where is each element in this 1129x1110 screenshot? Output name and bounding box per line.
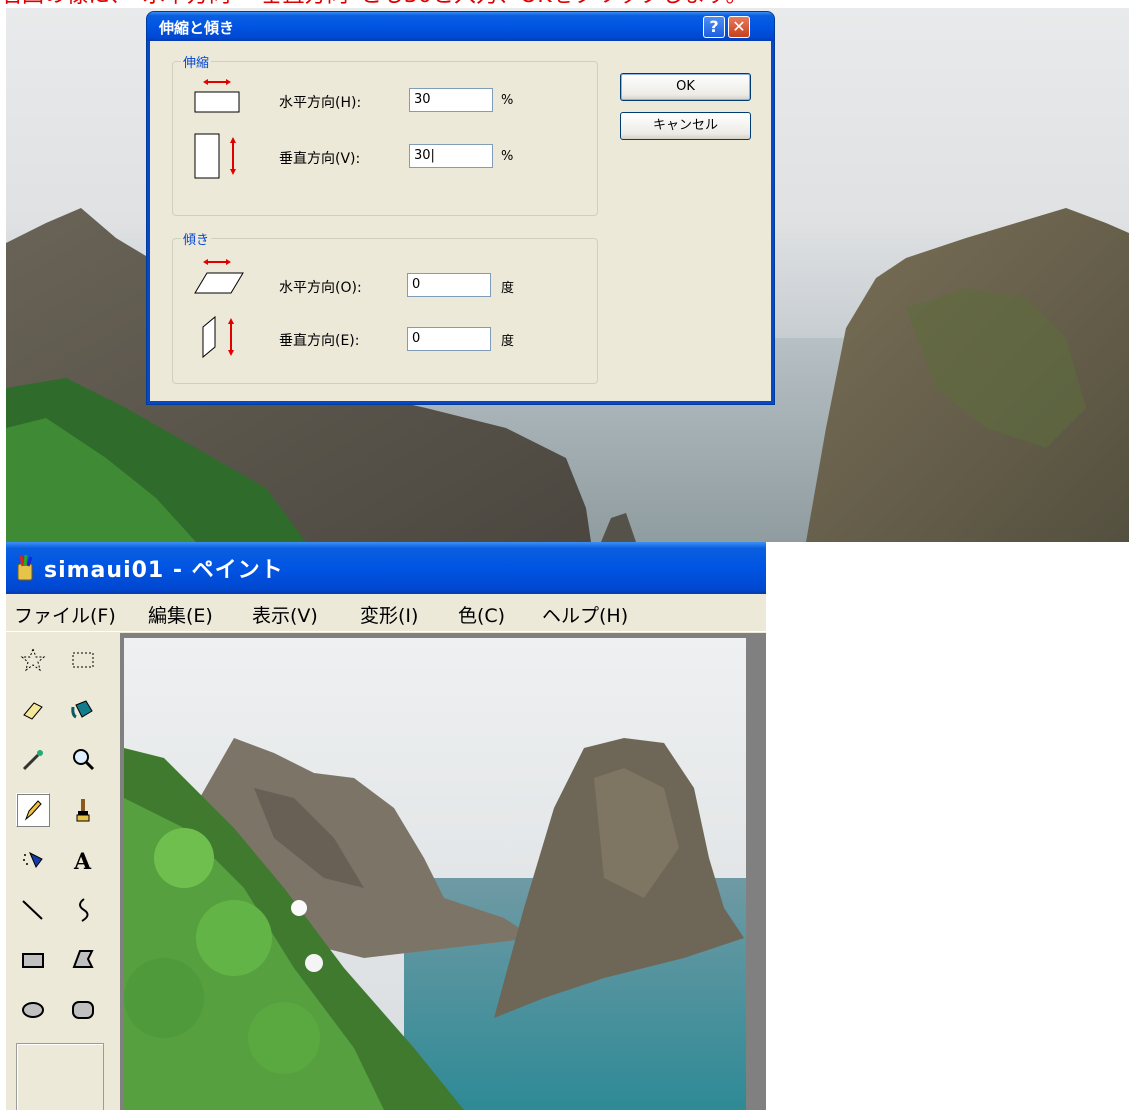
stretch-h-label: 水平方向(H): (279, 95, 362, 111)
curve-tool[interactable] (66, 893, 100, 927)
help-button[interactable]: ? (703, 16, 725, 38)
paint-app-icon (17, 554, 33, 581)
ellipse-icon (22, 1002, 44, 1018)
ellipse-tool[interactable] (16, 993, 50, 1027)
stretch-group: 伸縮 水平方向(H): 30 % 垂直方向(V): 30| % (172, 52, 598, 216)
rect-select-tool[interactable] (66, 643, 100, 677)
paint-titlebar[interactable]: simaui01 - ペイント (6, 542, 766, 594)
color-picker-icon (22, 750, 43, 771)
stretch-horizontal-icon (194, 79, 240, 113)
dialog-titlebar[interactable]: 伸縮と傾き ? ✕ (147, 12, 774, 41)
menu-bar: ファイル(F) 編集(E) 表示(V) 変形(I) 色(C) ヘルプ(H) (6, 594, 766, 632)
skew-v-unit: 度 (501, 334, 515, 349)
drawing-canvas[interactable] (124, 638, 746, 1110)
menu-file[interactable]: ファイル(F) (14, 601, 116, 628)
curve-icon (79, 898, 89, 922)
skew-h-label: 水平方向(O): (279, 280, 362, 296)
stretch-vertical-icon (194, 133, 236, 179)
magnifier-icon (73, 749, 95, 771)
skew-vertical-icon (202, 315, 234, 359)
pencil-tool[interactable] (16, 793, 50, 827)
brush-icon (76, 799, 90, 822)
rounded-rect-icon (72, 1001, 94, 1019)
polygon-tool[interactable] (66, 943, 100, 977)
instruction-caption: 右図の様に、“水平方向” “垂直方向”とも30と入力、OKをクリックします。 (0, 0, 1129, 8)
skew-h-input[interactable]: 0 (407, 273, 491, 297)
menu-help[interactable]: ヘルプ(H) (542, 601, 628, 628)
ok-button[interactable]: OK (620, 73, 751, 101)
skew-horizontal-icon (194, 259, 244, 294)
canvas-photo (124, 638, 746, 1110)
airbrush-tool[interactable] (16, 843, 50, 877)
pencil-icon (24, 800, 42, 821)
line-tool[interactable] (16, 893, 50, 927)
color-picker-tool[interactable] (16, 743, 50, 777)
skew-h-unit: 度 (501, 281, 515, 296)
svg-text:A: A (73, 849, 92, 873)
stretch-skew-dialog: 伸縮と傾き ? ✕ 伸縮 水平方向(H): 30 % 垂直方向(V): 30| … (147, 12, 774, 404)
stretch-v-label: 垂直方向(V): (279, 151, 361, 167)
skew-group-label: 傾き (181, 229, 212, 248)
close-button[interactable]: ✕ (728, 16, 750, 38)
stretch-group-label: 伸縮 (181, 52, 212, 71)
menu-image[interactable]: 変形(I) (360, 601, 418, 628)
stretch-v-unit: % (501, 149, 514, 164)
stretch-h-input[interactable]: 30 (409, 88, 493, 112)
fill-bucket-icon (71, 700, 93, 719)
text-tool[interactable]: A (66, 843, 100, 877)
skew-v-input[interactable]: 0 (407, 327, 491, 351)
stretch-v-input[interactable]: 30| (409, 144, 493, 168)
brush-tool[interactable] (66, 793, 100, 827)
rect-select-icon (72, 652, 94, 668)
eraser-tool[interactable] (16, 693, 50, 727)
rectangle-tool[interactable] (16, 943, 50, 977)
paint-window: simaui01 - ペイント ファイル(F) 編集(E) 表示(V) 変形(I… (6, 542, 766, 1110)
help-icon: ? (709, 17, 719, 36)
menu-colors[interactable]: 色(C) (458, 601, 505, 628)
polygon-icon (72, 950, 94, 968)
stretch-h-unit: % (501, 93, 514, 108)
dialog-title: 伸縮と傾き (159, 19, 235, 37)
skew-v-label: 垂直方向(E): (279, 333, 360, 349)
close-icon: ✕ (732, 17, 746, 36)
cancel-button[interactable]: キャンセル (620, 112, 751, 140)
menu-edit[interactable]: 編集(E) (148, 601, 213, 628)
toolbox: A (6, 633, 120, 1110)
text-icon: A (73, 849, 92, 873)
skew-group: 傾き 水平方向(O): 0 度 垂直方向(E): 0 度 (172, 229, 598, 384)
magnifier-tool[interactable] (66, 743, 100, 777)
rectangle-icon (22, 953, 44, 968)
free-select-icon (20, 647, 46, 672)
free-select-tool[interactable] (16, 643, 50, 677)
tool-options-box[interactable] (16, 1043, 104, 1110)
fill-tool[interactable] (66, 693, 100, 727)
canvas-area (120, 633, 766, 1110)
dialog-body: 伸縮 水平方向(H): 30 % 垂直方向(V): 30| % 傾き 水平方向(… (150, 41, 771, 401)
rounded-rect-tool[interactable] (66, 993, 100, 1027)
eraser-icon (23, 702, 43, 720)
line-icon (22, 900, 43, 920)
airbrush-icon (23, 851, 43, 868)
menu-view[interactable]: 表示(V) (252, 601, 318, 628)
paint-title: simaui01 - ペイント (44, 558, 284, 583)
